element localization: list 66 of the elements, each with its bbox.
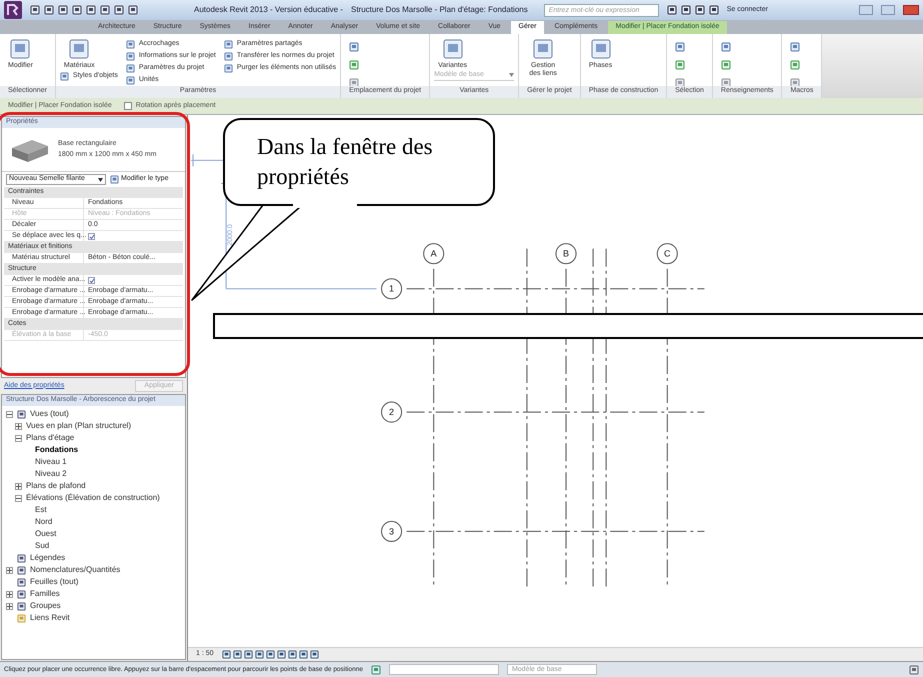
- tool-icon: [9, 38, 32, 60]
- tree-item[interactable]: Plans d'étage: [26, 432, 74, 444]
- tree-item[interactable]: Fondations: [35, 444, 78, 456]
- checkbox[interactable]: [88, 232, 95, 240]
- tree-item[interactable]: Familles: [30, 588, 60, 600]
- tool-icon: [442, 38, 464, 60]
- grid-bubble: A: [423, 243, 444, 264]
- expand-icon[interactable]: [6, 566, 13, 574]
- grid-bubble: C: [656, 243, 678, 264]
- tool-icon: [60, 72, 69, 80]
- tree-item[interactable]: Ouest: [35, 528, 56, 540]
- expand-icon[interactable]: [6, 602, 13, 610]
- document-title: Structure Dos Marsolle - Plan d'étage: Fondations: [350, 4, 528, 16]
- workset-icon: [370, 664, 381, 674]
- tool-icon: [790, 78, 800, 88]
- collapse-icon[interactable]: [6, 410, 13, 418]
- toolbar-icon: [666, 5, 677, 15]
- tool-icon: [349, 42, 360, 52]
- tool-icon: [790, 60, 800, 70]
- tree-item[interactable]: Sud: [35, 540, 50, 552]
- grid-bubble: B: [556, 243, 577, 264]
- edit-icon: [110, 175, 119, 184]
- tool-icon: [675, 78, 686, 88]
- tree-item[interactable]: Groupes: [30, 600, 61, 612]
- grid-bubble: 1: [381, 278, 402, 300]
- caret-icon: [509, 73, 514, 77]
- collapse-icon[interactable]: [15, 434, 22, 442]
- checkbox[interactable]: [88, 276, 95, 284]
- tree-item[interactable]: Élévations (Élévation de construction): [26, 492, 160, 504]
- tool-icon: [720, 60, 731, 70]
- tool-icon: [349, 78, 360, 88]
- app-logo-icon[interactable]: [4, 1, 22, 19]
- expand-icon[interactable]: [15, 482, 22, 490]
- expand-icon[interactable]: [6, 590, 13, 598]
- tool-icon: [790, 42, 800, 52]
- tree-item[interactable]: Niveau 2: [35, 468, 67, 480]
- tree-item[interactable]: Feuilles (tout): [30, 576, 78, 588]
- tree-item[interactable]: Légendes: [30, 552, 66, 564]
- tree-item[interactable]: Vues (tout): [30, 408, 69, 420]
- tool-icon: [590, 38, 612, 60]
- tool-icon: [675, 60, 686, 70]
- toolbar-icon: [680, 5, 691, 15]
- tool-icon: [532, 38, 554, 60]
- tree-item[interactable]: Nord: [35, 516, 52, 528]
- tree-item[interactable]: Nomenclatures/Quantités: [30, 564, 120, 576]
- toolbar-icon: [694, 5, 705, 15]
- status-field[interactable]: [388, 664, 499, 675]
- checkbox[interactable]: [124, 102, 132, 110]
- tree-item[interactable]: Est: [35, 504, 47, 516]
- tree-item[interactable]: Vues en plan (Plan structurel): [26, 420, 132, 432]
- collapse-icon[interactable]: [15, 494, 22, 502]
- grid-bubble: 2: [381, 402, 402, 423]
- grid-bubble: 3: [381, 520, 402, 542]
- tree-item[interactable]: Liens Revit: [30, 612, 70, 624]
- toolbar-icon: [708, 5, 719, 15]
- filter-icon: [909, 664, 919, 674]
- window-title: Autodesk Revit 2013 - Version éducative -: [194, 4, 343, 16]
- tool-icon: [675, 42, 686, 52]
- tool-icon: [720, 78, 731, 88]
- tree-item[interactable]: Niveau 1: [35, 456, 67, 468]
- expand-icon[interactable]: [15, 422, 22, 430]
- caret-icon: [98, 178, 103, 182]
- tool-icon: [720, 42, 731, 52]
- tool-icon: [68, 38, 90, 60]
- tool-icon: [349, 60, 360, 70]
- tree-item[interactable]: Plans de plafond: [26, 480, 86, 492]
